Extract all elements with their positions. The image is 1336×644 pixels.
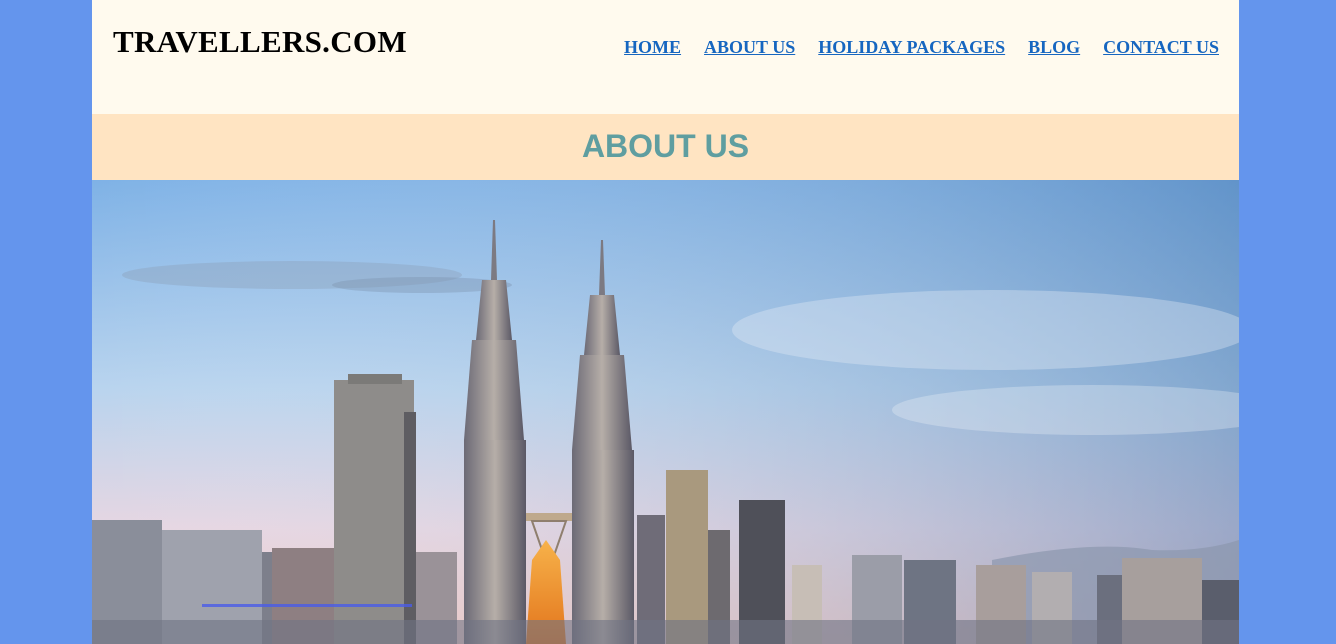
nav-link-holiday-packages[interactable]: HOLIDAY PACKAGES: [818, 36, 1005, 58]
page-container: TRAVELLERS.COM HOME ABOUT US HOLIDAY PAC…: [92, 0, 1239, 644]
nav-link-about-us[interactable]: ABOUT US: [704, 36, 795, 58]
main-nav: HOME ABOUT US HOLIDAY PACKAGES BLOG CONT…: [624, 36, 1219, 58]
page-title: ABOUT US: [581, 128, 750, 164]
nav-link-blog[interactable]: BLOG: [1028, 36, 1080, 58]
hero-image: [92, 180, 1239, 644]
site-logo[interactable]: TRAVELLERS.COM: [113, 24, 407, 60]
site-header: TRAVELLERS.COM HOME ABOUT US HOLIDAY PAC…: [92, 0, 1239, 114]
nav-link-home[interactable]: HOME: [624, 36, 681, 58]
page-title-banner: ABOUT US: [92, 114, 1239, 180]
nav-link-contact-us[interactable]: CONTACT US: [1103, 36, 1219, 58]
